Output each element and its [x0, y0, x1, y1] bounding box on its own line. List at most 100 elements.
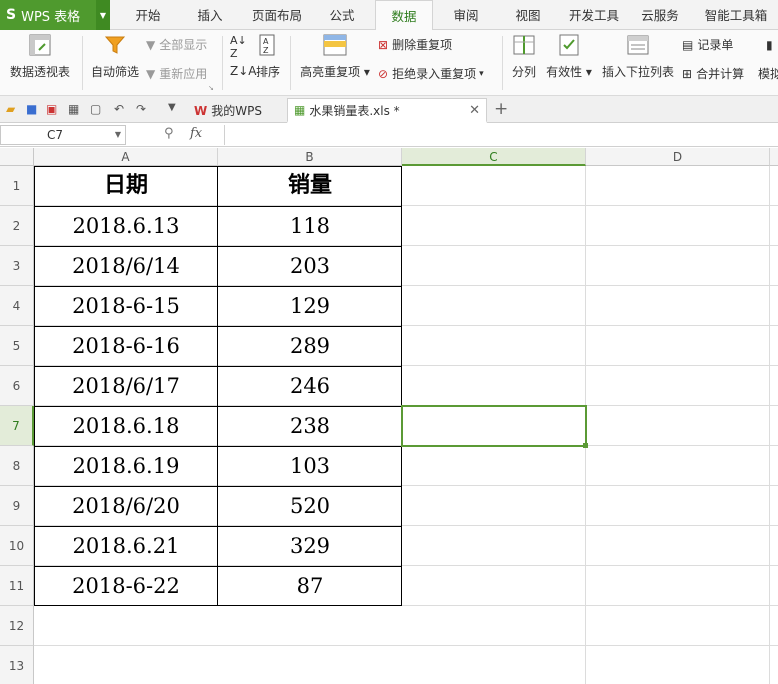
- record-form-icon: ▤: [682, 37, 694, 52]
- insert-dropdown-button[interactable]: 插入下拉列表: [600, 34, 676, 80]
- cell-qty[interactable]: 289: [218, 326, 402, 366]
- tab-cloud[interactable]: 云服务: [634, 0, 686, 30]
- chevron-down-icon: ▾: [479, 68, 484, 79]
- cell-date[interactable]: 2018.6.21: [34, 526, 218, 566]
- insert-dropdown-label: 插入下拉列表: [601, 65, 674, 79]
- cell-date[interactable]: 2018/6/20: [34, 486, 218, 526]
- new-tab-icon[interactable]: +: [494, 99, 508, 119]
- dialog-launcher-icon[interactable]: ↘: [208, 84, 214, 92]
- zoom-search-icon[interactable]: ⚲: [164, 126, 174, 141]
- row-header-2[interactable]: 2: [0, 206, 34, 246]
- column-header-a[interactable]: A: [34, 148, 218, 166]
- spreadsheet-grid[interactable]: A B C D 1 2 3 4 5 6 7 8 9 10 11 12 13 日期 销量 2018.6.1…: [0, 148, 778, 684]
- fill-handle[interactable]: [583, 443, 588, 448]
- spreadsheet-file-icon: ▦: [294, 103, 306, 117]
- tab-review[interactable]: 审阅: [444, 0, 488, 30]
- formula-input[interactable]: [224, 125, 778, 145]
- app-dropdown-icon[interactable]: ▼: [96, 0, 110, 30]
- column-header-d[interactable]: D: [586, 148, 770, 166]
- cell-qty[interactable]: 118: [218, 206, 402, 246]
- show-all-button[interactable]: ▼ 全部显示: [146, 36, 207, 53]
- cell-qty[interactable]: 246: [218, 366, 402, 406]
- app-menu-button[interactable]: S WPS 表格 ▼: [0, 0, 110, 30]
- cell-qty[interactable]: 329: [218, 526, 402, 566]
- row-header-8[interactable]: 8: [0, 446, 34, 486]
- tab-formula[interactable]: 公式: [320, 0, 364, 30]
- highlight-duplicates-button[interactable]: 高亮重复项 ▾: [298, 34, 372, 80]
- cell-date[interactable]: 2018-6-16: [34, 326, 218, 366]
- row-header-4[interactable]: 4: [0, 286, 34, 326]
- row-header-12[interactable]: 12: [0, 606, 34, 646]
- tab-developer[interactable]: 开发工具: [564, 0, 624, 30]
- column-header-b[interactable]: B: [218, 148, 402, 166]
- column-header-e[interactable]: [770, 148, 778, 166]
- row-header-3[interactable]: 3: [0, 246, 34, 286]
- reject-duplicates-button[interactable]: ⊘ 拒绝录入重复项 ▾: [378, 65, 484, 82]
- filter-icon: [104, 36, 126, 54]
- record-form-button[interactable]: ▤ 记录单: [682, 36, 733, 53]
- autofilter-button[interactable]: 自动筛选: [88, 34, 142, 80]
- cell-date[interactable]: 2018-6-22: [34, 566, 218, 606]
- split-button[interactable]: 分列: [508, 34, 540, 80]
- formula-bar: C7 ▼ ⚲ fx: [0, 123, 778, 147]
- close-tab-icon[interactable]: ✕: [469, 103, 480, 118]
- redo-icon[interactable]: ↷: [136, 102, 150, 116]
- print-preview-icon[interactable]: ▢: [90, 102, 104, 116]
- row-header-10[interactable]: 10: [0, 526, 34, 566]
- cell-date[interactable]: 2018/6/17: [34, 366, 218, 406]
- simulate-button[interactable]: 模拟: [758, 65, 778, 82]
- header-date[interactable]: 日期: [34, 166, 218, 206]
- row-header-5[interactable]: 5: [0, 326, 34, 366]
- remove-duplicates-button[interactable]: ⊠ 删除重复项: [378, 36, 452, 53]
- chevron-down-icon[interactable]: ▼: [115, 126, 121, 144]
- save-icon[interactable]: ■: [26, 102, 40, 116]
- export-pdf-icon[interactable]: ▣: [46, 102, 60, 116]
- cell-qty[interactable]: 238: [218, 406, 402, 446]
- cell-qty[interactable]: 203: [218, 246, 402, 286]
- tab-insert[interactable]: 插入: [188, 0, 232, 30]
- wps-logo-icon: S: [6, 7, 17, 23]
- tab-home[interactable]: 开始: [126, 0, 170, 30]
- row-header-6[interactable]: 6: [0, 366, 34, 406]
- row-header-9[interactable]: 9: [0, 486, 34, 526]
- row-header-7[interactable]: 7: [0, 406, 34, 446]
- tab-data[interactable]: 数据: [375, 0, 433, 31]
- fx-icon[interactable]: fx: [190, 126, 202, 141]
- sort-asc-button[interactable]: A↓ Z: [230, 34, 247, 60]
- customize-toolbar-icon[interactable]: ▼: [168, 102, 182, 116]
- header-qty[interactable]: 销量: [218, 166, 402, 206]
- cell-date[interactable]: 2018.6.13: [34, 206, 218, 246]
- validity-button[interactable]: 有效性 ▾: [544, 34, 594, 80]
- tab-view[interactable]: 视图: [506, 0, 550, 30]
- cell-qty[interactable]: 520: [218, 486, 402, 526]
- tab-page-layout[interactable]: 页面布局: [246, 0, 308, 30]
- print-icon[interactable]: ▦: [68, 102, 82, 116]
- row-header-1[interactable]: 1: [0, 166, 34, 206]
- menu-bar: S WPS 表格 ▼ 开始 插入 页面布局 公式 数据 审阅 视图 开发工具 云…: [0, 0, 778, 31]
- pivot-table-button[interactable]: 数据透视表: [6, 34, 74, 80]
- simulate-label: 模拟: [758, 67, 778, 81]
- select-all-corner[interactable]: [0, 148, 34, 166]
- consolidate-button[interactable]: ⊞ 合并计算: [682, 65, 744, 82]
- cell-date[interactable]: 2018/6/14: [34, 246, 218, 286]
- cell-qty[interactable]: 129: [218, 286, 402, 326]
- name-box[interactable]: C7 ▼: [0, 125, 126, 145]
- cell-qty[interactable]: 87: [218, 566, 402, 606]
- row-header-13[interactable]: 13: [0, 646, 34, 684]
- tab-my-wps[interactable]: W 我的WPS: [188, 98, 268, 123]
- tab-smart-tools[interactable]: 智能工具箱: [698, 0, 774, 30]
- cell-selection[interactable]: [401, 405, 587, 447]
- reapply-button[interactable]: ▼ 重新应用: [146, 65, 207, 82]
- remove-duplicates-label: 删除重复项: [392, 38, 453, 52]
- filter-reapply-icon: ▼: [146, 66, 156, 81]
- open-folder-icon[interactable]: ▰: [6, 102, 20, 116]
- tab-document[interactable]: ▦ 水果销量表.xls * ✕: [287, 98, 487, 123]
- row-header-11[interactable]: 11: [0, 566, 34, 606]
- cell-date[interactable]: 2018-6-15: [34, 286, 218, 326]
- undo-icon[interactable]: ↶: [114, 102, 128, 116]
- cell-qty[interactable]: 103: [218, 446, 402, 486]
- column-header-c[interactable]: C: [402, 148, 586, 166]
- cell-date[interactable]: 2018.6.18: [34, 406, 218, 446]
- sort-button[interactable]: A Z 排序: [252, 34, 284, 80]
- cell-date[interactable]: 2018.6.19: [34, 446, 218, 486]
